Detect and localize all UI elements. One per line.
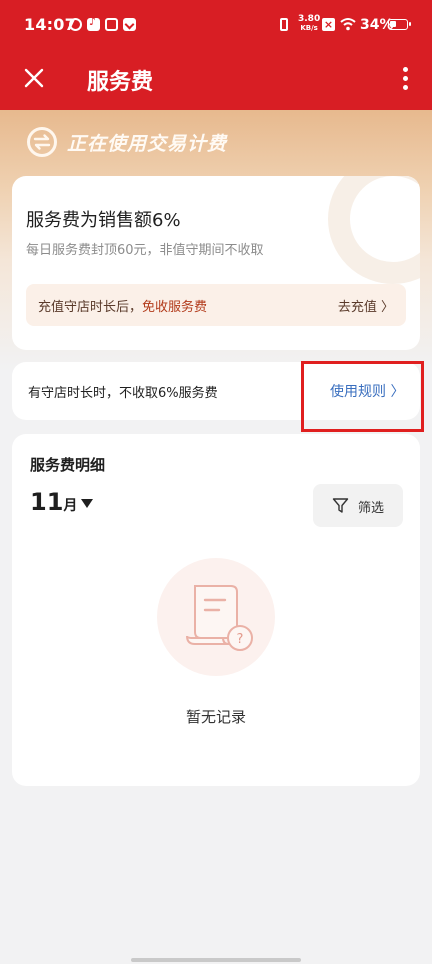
rule-description: 有守店时长时，不收取6%服务费 [28, 386, 218, 401]
fee-summary-card: 服务费为销售额6% 每日服务费封顶60元，非值守期间不收取 充值守店时长后，免收… [12, 176, 420, 350]
wifi-icon [340, 18, 356, 31]
tiktok-notification-icon [87, 15, 100, 31]
month-number: 11 [30, 488, 64, 516]
nav-bar: 服务费 [0, 52, 432, 110]
usage-rules-highlight-box [301, 361, 424, 432]
recharge-banner[interactable]: 充值守店时长后，免收服务费 去充值 〉 [26, 284, 406, 326]
image-notification-icon [105, 18, 118, 31]
caret-down-icon [81, 499, 94, 508]
filter-icon [332, 498, 349, 513]
network-speed: 3.80 KB/s [298, 15, 320, 33]
filter-label: 筛选 [358, 501, 385, 516]
status-bar: 14:07 3.80 KB/s × 34% [0, 0, 432, 52]
close-icon[interactable] [20, 64, 48, 92]
page-title: 服务费 [87, 70, 154, 95]
month-selector[interactable]: 11月 [30, 488, 94, 516]
go-recharge-link[interactable]: 去充值 〉 [338, 296, 394, 315]
empty-document-icon: ? [186, 585, 253, 651]
empty-state-text: 暂无记录 [185, 708, 246, 726]
wechat-notification-icon [69, 18, 82, 31]
network-speed-unit: KB/s [300, 24, 318, 32]
card-decoration [328, 176, 420, 284]
no-sim-icon: × [322, 18, 335, 31]
vibrate-icon [280, 18, 288, 31]
fee-detail-card: 服务费明细 11月 筛选 ? 暂无记录 [12, 434, 420, 786]
more-vertical-icon[interactable] [394, 64, 416, 94]
exchange-icon [27, 127, 57, 157]
recharge-highlight: 免收服务费 [142, 300, 208, 315]
fee-cap-description: 每日服务费封顶60元，非值守期间不收取 [26, 243, 264, 258]
empty-state-illustration: ? [157, 558, 275, 676]
fee-detail-title: 服务费明细 [30, 456, 106, 474]
fee-rate-title: 服务费为销售额6% [26, 210, 181, 231]
home-indicator[interactable] [131, 958, 301, 962]
network-speed-value: 3.80 [298, 14, 321, 24]
svg-text:?: ? [237, 632, 244, 647]
battery-icon [388, 19, 411, 30]
billing-mode-title: 正在使用交易计费 [67, 133, 228, 155]
filter-button[interactable]: 筛选 [313, 484, 403, 527]
recharge-prefix: 充值守店时长后， [38, 300, 143, 315]
recharge-description: 充值守店时长后，免收服务费 [38, 296, 207, 315]
month-unit: 月 [63, 498, 78, 514]
mail-notification-icon [123, 18, 136, 31]
